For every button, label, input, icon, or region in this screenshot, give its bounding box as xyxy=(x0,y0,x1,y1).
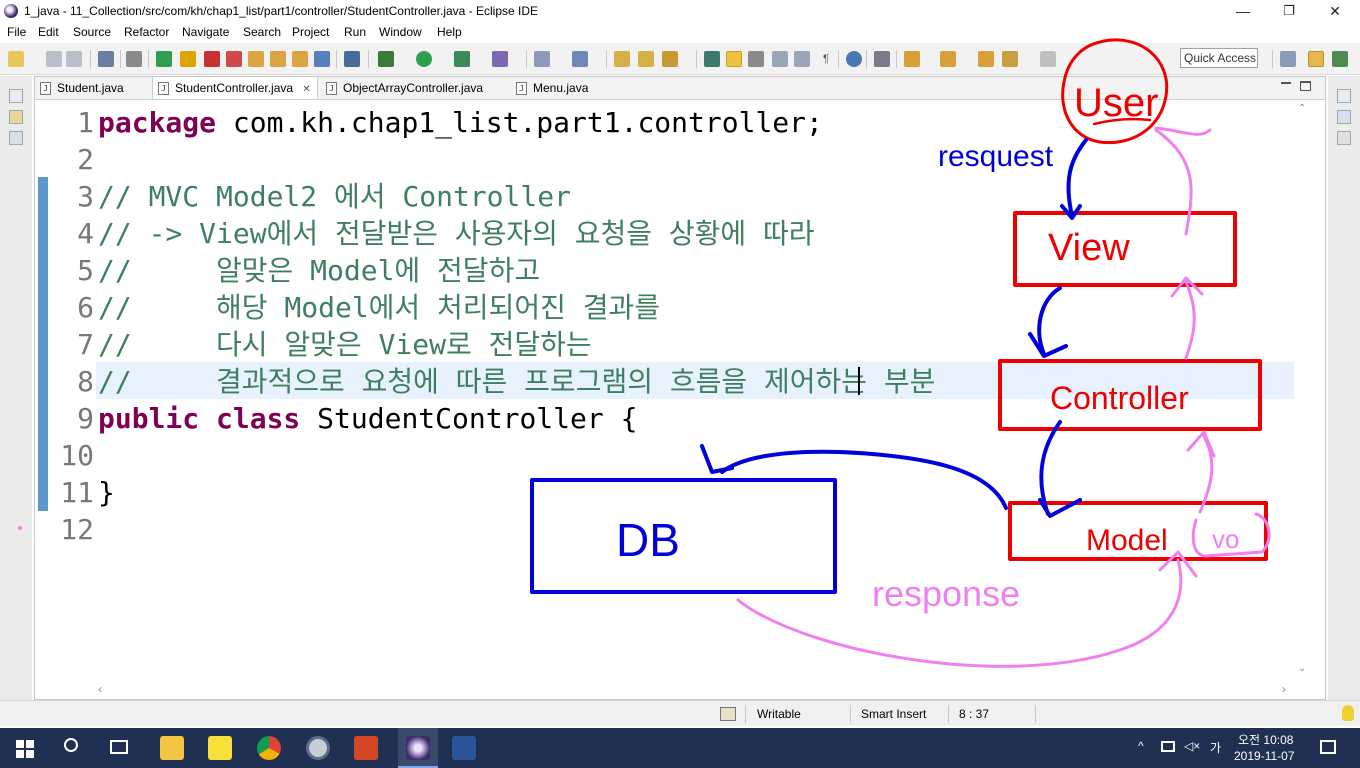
view-to-user-arrowhead xyxy=(1154,126,1212,136)
user-label: User xyxy=(1074,81,1158,125)
clock-time[interactable]: 오전 10:08 xyxy=(1238,731,1293,748)
writable-status: Writable xyxy=(757,707,801,721)
sticky-notes-icon[interactable] xyxy=(208,736,232,760)
file-explorer-icon[interactable] xyxy=(160,736,184,760)
request-arrow xyxy=(1066,138,1088,218)
camera-app-icon[interactable] xyxy=(306,736,330,760)
tip-lightbulb-icon[interactable] xyxy=(1342,705,1354,721)
controller-to-view-response-arrow xyxy=(1184,280,1196,360)
word-icon[interactable] xyxy=(452,736,476,760)
vo-label: vo xyxy=(1212,524,1239,554)
volume-icon[interactable]: ◁× xyxy=(1184,739,1200,753)
db-box xyxy=(530,478,837,594)
taskbar-search-icon[interactable] xyxy=(64,738,78,752)
response-label: response xyxy=(872,573,1020,614)
controller-label: Controller xyxy=(1050,380,1189,416)
view-to-controller-arrow xyxy=(1037,286,1062,356)
insert-mode-status: Smart Insert xyxy=(861,707,927,721)
action-center-icon[interactable] xyxy=(1320,740,1336,754)
status-share-icon[interactable] xyxy=(720,707,736,721)
task-view-icon[interactable] xyxy=(110,740,128,754)
windows-taskbar: ^ ◁× 가 오전 10:08 2019-11-07 xyxy=(0,728,1360,768)
eclipse-taskbar-icon xyxy=(406,736,430,760)
request-label: resquest xyxy=(938,140,1054,173)
eclipse-taskbar-active[interactable] xyxy=(398,728,438,768)
db-label: DB xyxy=(616,514,680,566)
ime-mode-indicator[interactable]: 가 xyxy=(1210,739,1221,756)
show-hidden-icons-icon[interactable]: ^ xyxy=(1138,739,1144,753)
view-label: View xyxy=(1048,227,1130,269)
status-bar: Writable Smart Insert 8 : 37 xyxy=(0,700,1360,726)
model-to-db-arrowhead xyxy=(700,444,734,474)
pen-annotation-overlay: User resquest View Controller Model vo D… xyxy=(530,38,1271,668)
model-label: Model xyxy=(1086,524,1168,557)
view-to-user-response-arrow xyxy=(1154,128,1193,236)
clock-date[interactable]: 2019-11-07 xyxy=(1234,749,1295,763)
windows-start-icon[interactable] xyxy=(16,740,34,758)
view-to-controller-arrowhead xyxy=(1028,332,1068,358)
controller-to-model-arrow xyxy=(1039,420,1062,516)
network-icon[interactable] xyxy=(1161,741,1175,752)
cursor-position-status: 8 : 37 xyxy=(959,707,990,721)
powerpoint-icon[interactable] xyxy=(354,736,378,760)
chrome-icon[interactable] xyxy=(257,736,281,760)
